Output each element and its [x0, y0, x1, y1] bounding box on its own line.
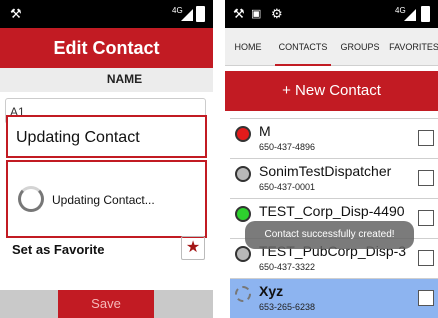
list-item[interactable]: SonimTestDispatcher 650-437-0001 — [230, 158, 438, 198]
tool-icon: ⚒ — [10, 6, 22, 21]
new-contact-button[interactable]: + New Contact — [225, 71, 438, 111]
save-button[interactable]: Save — [58, 290, 154, 318]
contacts-screen: ⚒ ▣ ⚙ 4G HOME CONTACTS GROUPS FAVORITES … — [225, 0, 438, 318]
dialog-title: Updating Contact — [6, 115, 207, 158]
status-dot-icon — [235, 166, 251, 182]
tab-bar: HOME CONTACTS GROUPS FAVORITES — [225, 28, 438, 66]
contact-name: M — [259, 123, 271, 139]
status-dot-icon — [235, 206, 251, 222]
select-checkbox[interactable] — [418, 130, 434, 146]
contact-number: 650-437-3322 — [259, 262, 316, 272]
tab-contacts[interactable]: CONTACTS — [275, 28, 331, 66]
list-item[interactable]: Xyz 653-265-6238 — [230, 278, 438, 318]
tab-groups[interactable]: GROUPS — [335, 28, 385, 66]
android-icon: ⚙ — [271, 6, 283, 21]
select-checkbox[interactable] — [418, 250, 434, 266]
contact-number: 650-437-4896 — [259, 142, 316, 152]
page-title: Edit Contact — [0, 28, 213, 68]
image-icon: ▣ — [251, 8, 262, 20]
edit-contact-screen: ⚒ 4G Edit Contact NAME A1 Updating Conta… — [0, 0, 213, 318]
status-dot-icon — [235, 246, 251, 262]
contact-list: M 650-437-4896 SonimTestDispatcher 650-4… — [230, 118, 438, 318]
contact-name: TEST_Corp_Disp-4490 — [259, 203, 405, 219]
tool-icon: ⚒ — [233, 6, 245, 21]
select-checkbox[interactable] — [418, 290, 434, 306]
status-dot-icon — [235, 126, 251, 142]
contact-number: 650-437-0001 — [259, 182, 316, 192]
select-checkbox[interactable] — [418, 210, 434, 226]
dialog-message: Updating Contact... — [52, 193, 155, 207]
list-item[interactable]: M 650-437-4896 — [230, 118, 438, 158]
signal-icon — [404, 9, 416, 21]
select-checkbox[interactable] — [418, 170, 434, 186]
toast-message: Contact successfully created! — [245, 221, 414, 249]
spinner-icon — [18, 186, 44, 212]
star-icon[interactable]: ★ — [181, 236, 205, 260]
tab-home[interactable]: HOME — [225, 28, 271, 66]
status-bar: ⚒ 4G — [0, 0, 213, 28]
battery-icon — [421, 6, 430, 22]
contact-name: Xyz — [259, 283, 284, 299]
tab-favorites[interactable]: FAVORITES — [388, 28, 438, 66]
contact-number: 653-265-6238 — [259, 302, 316, 312]
signal-icon — [181, 9, 193, 21]
favorite-label: Set as Favorite — [12, 242, 105, 257]
battery-icon — [196, 6, 205, 22]
loading-icon — [235, 286, 251, 302]
progress-dialog: Updating Contact... — [6, 160, 207, 238]
section-label: NAME — [0, 68, 213, 92]
contact-name: SonimTestDispatcher — [259, 163, 392, 179]
status-bar: ⚒ ▣ ⚙ 4G — [225, 0, 438, 28]
